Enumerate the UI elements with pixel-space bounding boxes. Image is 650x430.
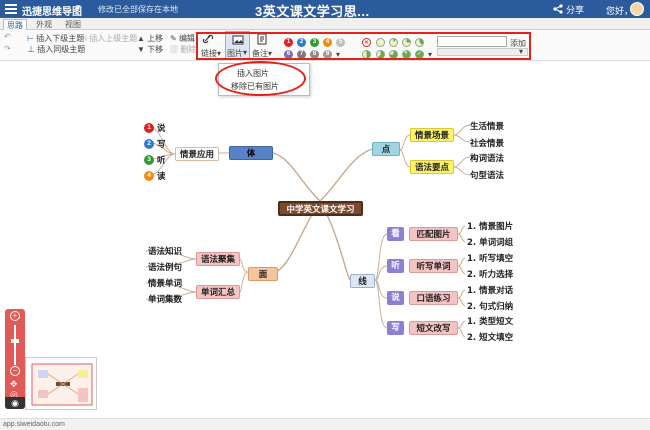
leaf-grammar-examples[interactable]: 语法例句 — [148, 261, 182, 273]
leaf-life-scene[interactable]: 生活情景 — [470, 120, 504, 132]
leaf-scene-dialogue[interactable]: 1. 情景对话 — [467, 284, 513, 296]
insert-child-icon: ⊢ — [27, 34, 34, 43]
leaf-write[interactable]: 写 — [157, 138, 166, 150]
leaf-sentence-summary[interactable]: 2. 句式归纳 — [467, 300, 513, 312]
leaf-listen[interactable]: 听 — [157, 154, 166, 166]
menu-icon[interactable] — [4, 3, 18, 15]
undo-icon[interactable]: ↶ — [4, 32, 11, 41]
highlight-box — [196, 32, 531, 60]
topic-dian[interactable]: 点 — [372, 142, 400, 156]
status-bar: app.siweidaotu.com — [0, 418, 650, 430]
move-down-button[interactable]: ▼ 下移 — [137, 44, 163, 55]
arrow-down-icon: ▼ — [137, 45, 145, 54]
topic-vocab-summary[interactable]: 单词汇总 — [196, 285, 240, 299]
priority-badge: 1 — [144, 123, 154, 133]
leaf-grammar-knowledge[interactable]: 语法知识 — [148, 245, 182, 257]
leaf-listening-choice[interactable]: 2. 听力选择 — [467, 268, 513, 280]
topic-grammar-collection[interactable]: 语法聚集 — [196, 252, 240, 266]
top-bar: 迅捷思维导图 ▾ 修改已全部保存在本地 3英文课文学习思... 分享 您好， — [0, 0, 650, 19]
leaf-essay-fill[interactable]: 2. 短文填空 — [467, 331, 513, 343]
app-name[interactable]: 迅捷思维导图 — [22, 3, 82, 18]
edit-button[interactable]: ✎ 编辑 — [170, 33, 195, 44]
leaf-social-scene[interactable]: 社会情景 — [470, 137, 504, 149]
tab-view[interactable]: 视图 — [62, 19, 84, 30]
tab-bar: 思路 外观 视图 — [0, 18, 650, 31]
delete-label: 删除 — [180, 45, 197, 54]
tag-look: 看 — [387, 227, 404, 241]
central-topic[interactable]: 中学英文课文学习 — [278, 201, 363, 216]
chevron-down-icon[interactable]: ▾ — [76, 2, 81, 13]
tag-write: 写 — [387, 321, 404, 335]
pencil-icon: ✎ — [170, 34, 177, 43]
insert-child-label: 插入下级主题 — [36, 34, 85, 43]
topic-mian[interactable]: 面 — [248, 267, 278, 281]
zoom-panel: + − ✥ ◎ ◉ — [5, 309, 25, 409]
leaf-read[interactable]: 读 — [157, 170, 166, 182]
leaf-type-essay[interactable]: 1. 类型短文 — [467, 315, 513, 327]
tag-listen: 听 — [387, 259, 404, 273]
leaf-sentence-grammar[interactable]: 句型语法 — [470, 169, 504, 181]
trash-icon: ▥ — [170, 45, 178, 54]
insert-sibling-label: 插入同级主题 — [37, 45, 86, 54]
avatar[interactable] — [630, 2, 644, 16]
leaf-fill-blank[interactable]: 1. 听写填空 — [467, 252, 513, 264]
priority-badge: 2 — [144, 139, 154, 149]
redo-icon[interactable]: ↷ — [4, 44, 11, 53]
topic-xian[interactable]: 线 — [350, 274, 375, 288]
move-up-label: 上移 — [147, 34, 164, 43]
topic-scene-application[interactable]: 情景应用 — [175, 147, 219, 161]
insert-child-button[interactable]: ⊢ 插入下级主题 — [27, 33, 84, 44]
zoom-slider-handle[interactable] — [11, 339, 19, 343]
move-down-label: 下移 — [147, 45, 164, 54]
arrow-up-icon: ▲ — [137, 34, 145, 43]
edit-label: 编辑 — [178, 34, 195, 43]
leaf-word-grammar[interactable]: 构词语法 — [470, 152, 504, 164]
insert-parent-icon: ⊣ — [80, 34, 87, 43]
save-status: 修改已全部保存在本地 — [98, 5, 178, 14]
minimap[interactable] — [25, 357, 97, 410]
tab-appearance[interactable]: 外观 — [33, 19, 55, 30]
delete-button[interactable]: ▥ 删除 — [170, 44, 196, 55]
eye-icon[interactable]: ◉ — [5, 397, 25, 409]
insert-sibling-icon: ⊥ — [27, 45, 35, 54]
topic-scene[interactable]: 情景场景 — [410, 128, 454, 142]
leaf-word-sets[interactable]: 单词集数 — [148, 293, 182, 305]
topic-ti[interactable]: 体 — [229, 146, 273, 160]
share-icon[interactable] — [553, 4, 563, 14]
leaf-word-phrases[interactable]: 2. 单词词组 — [467, 236, 513, 248]
zoom-out-icon[interactable]: − — [10, 366, 20, 376]
user-greeting: 您好， — [606, 6, 634, 16]
insert-parent-label: 插入上级主题 — [89, 34, 138, 43]
zoom-in-icon[interactable]: + — [10, 311, 20, 321]
insert-sibling-button[interactable]: ⊥ 插入同级主题 — [27, 44, 85, 55]
highlight-ellipse — [215, 61, 306, 96]
priority-badge: 3 — [144, 155, 154, 165]
topic-oral-practice[interactable]: 口语练习 — [409, 291, 458, 305]
insert-parent-button[interactable]: ⊣ 插入上级主题 — [80, 33, 137, 44]
tag-speak: 说 — [387, 291, 404, 305]
leaf-speak[interactable]: 说 — [157, 122, 166, 134]
priority-badge: 4 — [144, 171, 154, 181]
minimap-preview — [31, 363, 93, 406]
move-up-button[interactable]: ▲ 上移 — [137, 33, 163, 44]
topic-dictation[interactable]: 听写单词 — [409, 259, 458, 273]
topic-rewrite[interactable]: 短文改写 — [409, 321, 458, 335]
leaf-scene-words[interactable]: 情景单词 — [148, 277, 182, 289]
topic-match-pictures[interactable]: 匹配图片 — [409, 227, 458, 241]
topic-grammar-points[interactable]: 语法要点 — [410, 160, 454, 174]
zoom-slider[interactable] — [14, 325, 16, 365]
leaf-scene-pictures[interactable]: 1. 情景图片 — [467, 220, 513, 232]
share-button[interactable]: 分享 — [566, 3, 584, 16]
